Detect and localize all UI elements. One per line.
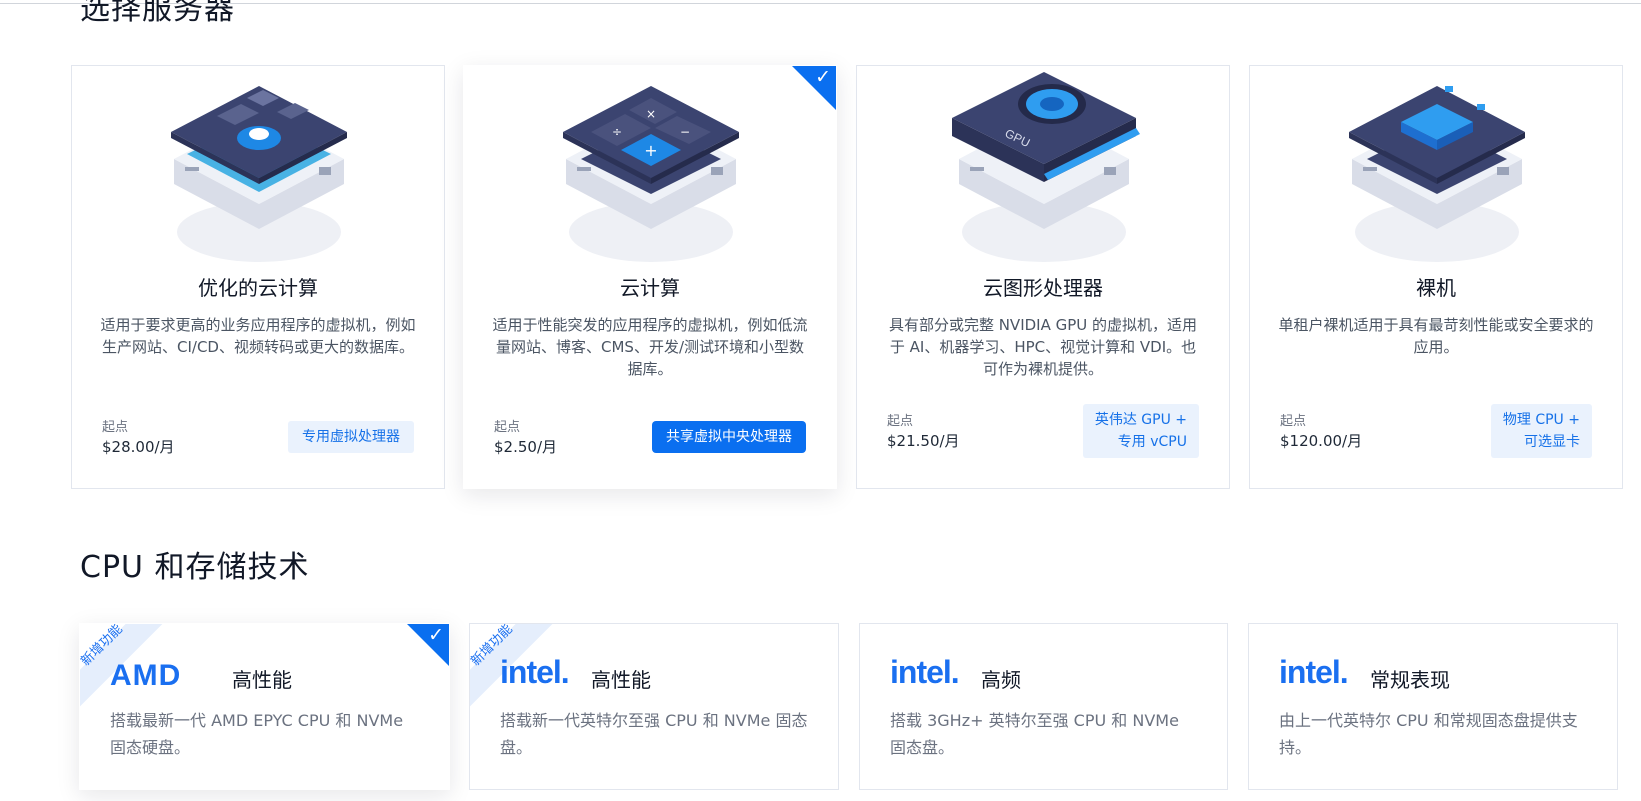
checkmark-icon: ✓	[428, 624, 444, 646]
server-desc: 单租户裸机适用于具有最苛刻性能或安全要求的应用。	[1278, 316, 1594, 356]
tech-card-amd[interactable]: 新增功能 AMD 高性能 搭载最新一代 AMD EPYC CPU 和 NVMe …	[79, 623, 450, 790]
tech-label: 高性能	[232, 668, 292, 692]
tag-line-1: 英伟达 GPU +	[1094, 412, 1187, 428]
server-card-optimized[interactable]: 优化的云计算 适用于要求更高的业务应用程序的虚拟机，例如生产网站、CI/CD、视…	[71, 65, 445, 489]
cloud-compute-illustration: + × ÷ −	[563, 86, 739, 262]
bare-metal-illustration	[1349, 86, 1525, 262]
tech-desc: 搭载新一代英特尔至强 CPU 和 NVMe 固态盘。	[500, 711, 808, 757]
price-from-label: 起点	[1280, 414, 1307, 429]
cpu-type-tag: 物理 CPU + 可选显卡	[1490, 404, 1592, 458]
cpu-type-tag: 专用虚拟处理器	[288, 421, 414, 453]
server-name: 优化的云计算	[198, 276, 318, 300]
tech-card-intel-regular[interactable]: intel. 常规表现 由上一代英特尔 CPU 和常规固态盘提供支持。	[1248, 623, 1618, 790]
tech-card-intel-high-frequency[interactable]: intel. 高频 搭载 3GHz+ 英特尔至强 CPU 和 NVMe 固态盘。	[859, 623, 1228, 790]
price-value: $21.50/月	[887, 432, 960, 450]
section-title-servers: 选择服务器	[80, 0, 235, 27]
amd-logo: AMD	[110, 659, 182, 692]
tag-line-1: 物理 CPU +	[1502, 412, 1580, 428]
server-card-cloud-compute[interactable]: + × ÷ − ✓ 云计算 适用于性能突发的应用程序的虚拟机，例如低流量网站、博…	[463, 65, 837, 489]
price-from-label: 起点	[494, 420, 521, 435]
svg-text:×: ×	[646, 107, 656, 121]
svg-text:−: −	[680, 125, 690, 139]
server-card-bare-metal[interactable]: 裸机 单租户裸机适用于具有最苛刻性能或安全要求的应用。 起点 $120.00/月…	[1249, 65, 1623, 489]
tech-desc: 由上一代英特尔 CPU 和常规固态盘提供支持。	[1279, 711, 1578, 757]
intel-logo: intel.	[1279, 654, 1349, 690]
server-desc: 适用于性能突发的应用程序的虚拟机，例如低流量网站、博客、CMS、开发/测试环境和…	[492, 316, 808, 378]
server-name: 云计算	[620, 276, 680, 300]
price-value: $2.50/月	[494, 438, 557, 456]
server-name: 裸机	[1416, 276, 1456, 300]
tech-label: 常规表现	[1370, 668, 1450, 692]
tech-desc: 搭载 3GHz+ 英特尔至强 CPU 和 NVMe 固态盘。	[890, 711, 1179, 757]
checkmark-icon: ✓	[815, 66, 831, 88]
tech-label: 高性能	[591, 668, 651, 692]
tech-desc: 搭载最新一代 AMD EPYC CPU 和 NVMe 固态硬盘。	[110, 711, 404, 757]
price-value: $28.00/月	[102, 438, 175, 456]
price-from-label: 起点	[887, 414, 914, 429]
price-from-label: 起点	[102, 420, 129, 435]
server-card-gpu[interactable]: GPU 云图形处理器 具有部分或完整 NVIDIA GPU 的虚拟机，适用于 A…	[856, 65, 1230, 489]
tech-label: 高频	[981, 668, 1021, 692]
gpu-server-illustration: GPU	[952, 72, 1140, 262]
server-desc: 具有部分或完整 NVIDIA GPU 的虚拟机，适用于 AI、机器学习、HPC、…	[888, 316, 1198, 378]
cpu-type-tag: 英伟达 GPU + 专用 vCPU	[1082, 404, 1199, 458]
price-value: $120.00/月	[1280, 432, 1363, 450]
tech-card-intel-high-performance[interactable]: 新增功能 intel. 高性能 搭载新一代英特尔至强 CPU 和 NVMe 固态…	[469, 623, 839, 790]
optimized-server-illustration	[171, 86, 347, 262]
server-desc: 适用于要求更高的业务应用程序的虚拟机，例如生产网站、CI/CD、视频转码或更大的…	[100, 316, 416, 356]
intel-logo: intel.	[500, 654, 570, 690]
server-name: 云图形处理器	[983, 276, 1103, 300]
svg-text:÷: ÷	[612, 125, 622, 139]
tag-line-2: 可选显卡	[1524, 434, 1580, 450]
tag-line-2: 专用 vCPU	[1117, 434, 1187, 450]
svg-text:+: +	[644, 141, 657, 160]
intel-logo: intel.	[890, 654, 960, 690]
top-border	[0, 0, 1641, 4]
cpu-type-tag: 共享虚拟中央处理器	[652, 421, 806, 453]
section-title-tech: CPU 和存储技术	[80, 550, 310, 585]
